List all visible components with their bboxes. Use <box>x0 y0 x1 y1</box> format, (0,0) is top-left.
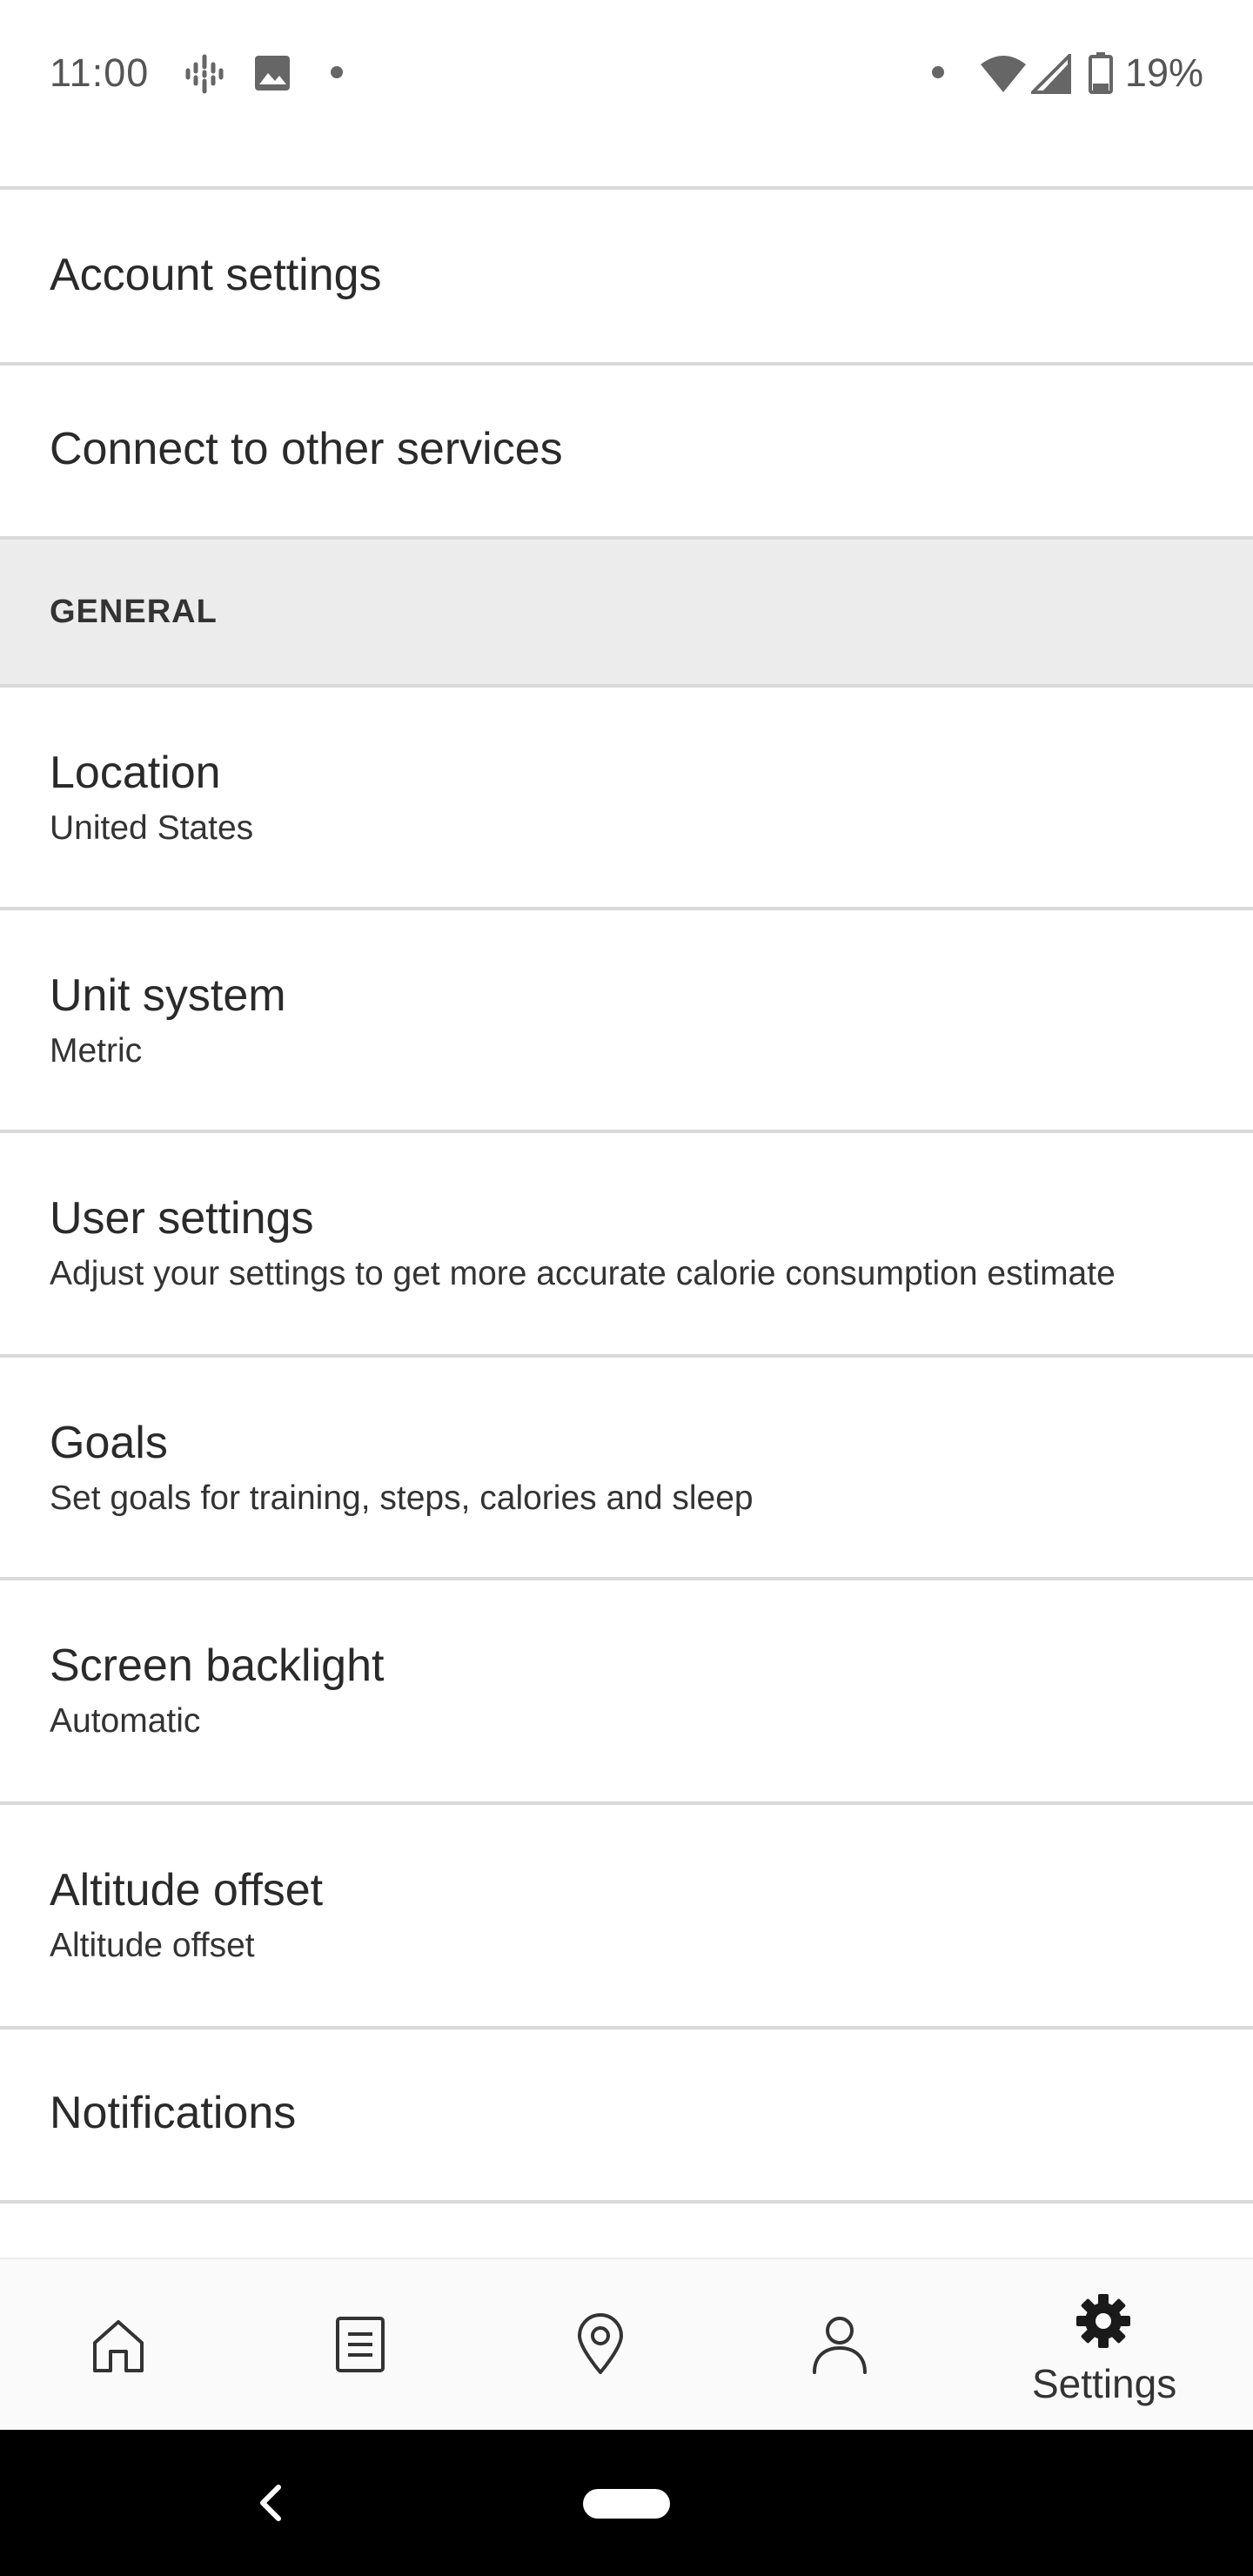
podcast-icon <box>184 54 224 98</box>
nav-map[interactable] <box>513 2259 687 2432</box>
section-title: GENERAL <box>50 594 218 630</box>
status-time: 11:00 <box>50 50 150 95</box>
bottom-navigation: Settings <box>0 2257 1253 2430</box>
gear-icon <box>1076 2294 1130 2348</box>
screen-backlight-item[interactable]: Screen backlight Automatic <box>0 1580 1253 1805</box>
image-icon <box>253 54 291 97</box>
user-settings-description: Adjust your settings to get more accurat… <box>50 1255 1116 1292</box>
nav-diary[interactable] <box>273 2259 447 2432</box>
dot-icon <box>932 66 944 83</box>
diary-icon <box>336 2317 385 2372</box>
connect-services-item[interactable]: Connect to other services <box>0 366 1253 540</box>
user-settings-title: User settings <box>50 1193 314 1244</box>
goals-description: Set goals for training, steps, calories … <box>50 1479 754 1517</box>
battery-icon <box>1089 52 1113 98</box>
notifications-item[interactable]: Notifications <box>0 2029 1253 2204</box>
home-icon <box>93 2320 144 2372</box>
goals-item[interactable]: Goals Set goals for training, steps, cal… <box>0 1358 1253 1580</box>
account-settings-item[interactable]: Account settings <box>0 190 1253 366</box>
home-pill-icon[interactable] <box>583 2489 670 2519</box>
screen-backlight-title: Screen backlight <box>50 1640 385 1691</box>
back-icon[interactable] <box>258 2484 284 2522</box>
location-value: United States <box>50 809 254 847</box>
notifications-title: Notifications <box>50 2088 297 2138</box>
nav-profile[interactable] <box>754 2259 928 2432</box>
unit-system-item[interactable]: Unit system Metric <box>0 910 1253 1133</box>
altitude-offset-value: Altitude offset <box>50 1927 255 1964</box>
profile-icon <box>813 2317 867 2374</box>
status-bar: 11:00 19% <box>0 0 1253 148</box>
system-navigation-bar <box>0 2430 1253 2576</box>
battery-percent: 19% <box>1124 50 1203 95</box>
settings-label: Settings <box>1032 2361 1177 2406</box>
altitude-offset-title: Altitude offset <box>50 1865 324 1915</box>
nav-home[interactable] <box>32 2259 206 2432</box>
signal-icon <box>1029 51 1071 98</box>
account-settings-title: Account settings <box>50 250 382 300</box>
section-header-general: GENERAL <box>0 540 1253 688</box>
user-settings-item[interactable]: User settings Adjust your settings to ge… <box>0 1133 1253 1358</box>
unit-system-title: Unit system <box>50 970 286 1021</box>
altitude-offset-item[interactable]: Altitude offset Altitude offset <box>0 1805 1253 2029</box>
map-pin-icon <box>578 2313 623 2374</box>
dot-icon <box>331 66 343 83</box>
location-item[interactable]: Location United States <box>0 688 1253 910</box>
goals-title: Goals <box>50 1418 168 1468</box>
unit-system-value: Metric <box>50 1032 143 1070</box>
nav-settings[interactable]: Settings <box>1020 2259 1211 2432</box>
wifi-icon <box>980 54 1027 98</box>
connect-services-title: Connect to other services <box>50 424 563 474</box>
location-title: Location <box>50 748 221 798</box>
screen-backlight-value: Automatic <box>50 1702 201 1740</box>
